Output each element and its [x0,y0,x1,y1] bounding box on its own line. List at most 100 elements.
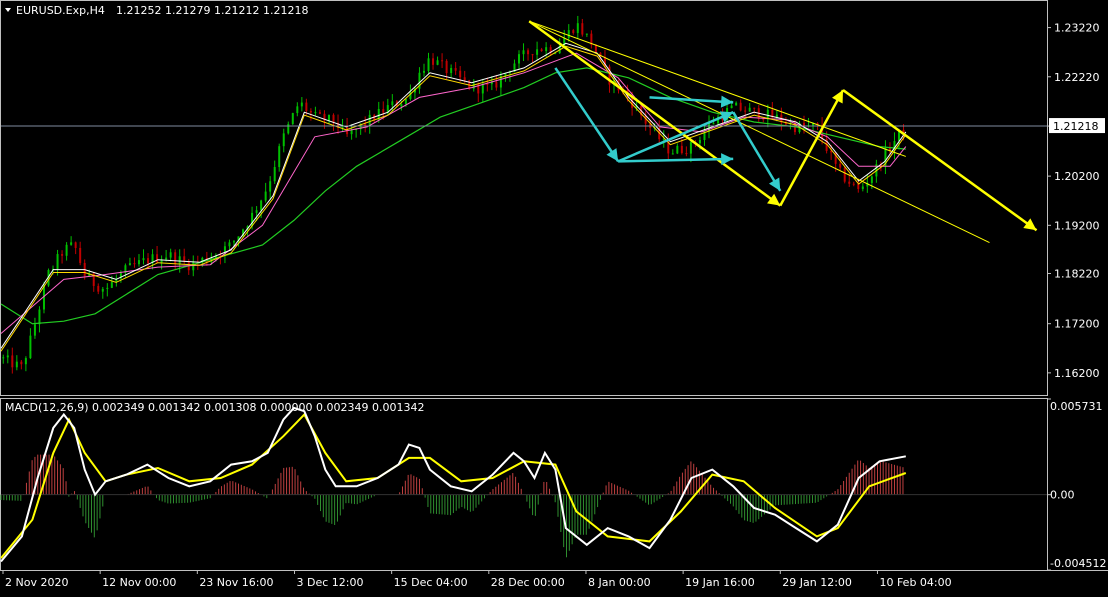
candle-body [133,263,136,265]
candle-body [689,142,692,154]
macd-header-label: MACD(12,26,9) 0.002349 0.001342 0.001308… [5,401,424,414]
candle-body [459,70,462,78]
candle-body [445,60,448,74]
candle-body [441,60,444,62]
ohlc-label: 1.21252 1.21279 1.21212 1.21218 [116,4,308,17]
time-tick-label: 10 Feb 04:00 [879,576,951,589]
time-tick-label: 28 Dec 00:00 [491,576,565,589]
candle-body [477,83,480,94]
candle-body [712,123,715,125]
candle-body [848,181,851,184]
price-tick-label: 1.18220 [1054,268,1100,281]
candle-body [296,106,299,114]
current-price-label: 1.21218 [1053,120,1099,133]
time-tick-label: 15 Dec 04:00 [394,576,468,589]
candle-body [753,107,756,109]
candle-body [183,256,186,262]
candle-body [522,50,525,55]
time-tick-label: 2 Nov 2020 [5,576,68,589]
candle-body [680,145,683,154]
candle-body [24,358,27,365]
candle-body [232,241,235,243]
candle-body [15,361,18,368]
candle-body [748,107,751,112]
price-tick-label: 1.23220 [1054,22,1100,35]
macd-tick-label: 0.005731 [1050,400,1103,413]
candle-body [481,84,484,94]
candle-body [472,83,475,89]
candle-body [20,361,23,365]
candle-body [101,288,104,292]
candle-body [436,60,439,65]
candle-body [671,153,674,155]
candle-body [744,110,747,112]
candle-body [454,68,457,71]
candle-body [527,50,530,55]
candle-body [486,84,489,86]
candle-body [572,30,575,33]
candle-body [364,123,367,126]
candle-body [594,44,597,53]
candle-body [79,247,82,263]
background [0,0,1108,593]
price-tick-label: 1.19200 [1054,219,1100,232]
candle-body [852,183,855,185]
candle-body [762,118,765,120]
candle-body [6,355,9,358]
candle-body [314,112,317,114]
price-tick-label: 1.17200 [1054,318,1100,331]
price-tick-label: 1.22220 [1054,71,1100,84]
candle-body [2,357,5,359]
candle-body [70,242,73,245]
candle-body [585,33,588,35]
candle-body [38,309,41,325]
candle-body [128,263,131,266]
candle-body [74,242,77,248]
candle-body [730,105,733,109]
macd-tick-label: 0.00 [1050,489,1075,502]
candle-body [404,98,407,105]
candle-body [739,102,742,111]
candle-body [178,256,181,264]
candle-body [576,23,579,33]
candle-body [391,101,394,106]
candle-body [531,54,534,56]
candle-body [61,254,64,256]
candle-body [536,49,539,55]
time-tick-label: 23 Nov 16:00 [199,576,273,589]
candle-body [422,70,425,73]
candle-body [228,242,231,247]
candle-body [273,167,276,182]
candle-body [857,183,860,189]
candle-body [255,210,258,213]
candle-body [147,258,150,264]
candle-body [861,186,864,189]
candle-body [11,355,14,368]
candle-body [56,254,59,269]
candle-body [676,145,679,154]
macd-tick-label: -0.004512 [1050,557,1106,570]
candle-body [29,335,32,359]
candle-body [300,102,303,107]
candle-body [581,23,584,35]
candle-body [685,153,688,155]
candle-body [517,54,520,64]
candle-body [137,260,140,265]
candle-body [106,287,109,289]
symbol-label: EURUSD.Exp,H4 [16,4,105,17]
candle-body [432,58,435,65]
candle-body [287,123,290,134]
candle-body [843,167,846,182]
candle-body [278,146,281,168]
candle-body [400,104,403,107]
chart-window[interactable]: 1.23220 1.22220 1.21218 1.20200 1.19200 1.182… [0,0,1108,593]
candle-body [545,47,548,52]
candle-body [309,110,312,113]
candle-body [142,258,145,261]
candle-body [495,81,498,88]
price-tick-label: 1.16200 [1054,367,1100,380]
candle-body [97,285,100,292]
candle-body [463,77,466,81]
candle-body [65,244,68,256]
chart-canvas[interactable]: 1.23220 1.22220 1.21218 1.20200 1.19200 1.182… [0,0,1108,593]
